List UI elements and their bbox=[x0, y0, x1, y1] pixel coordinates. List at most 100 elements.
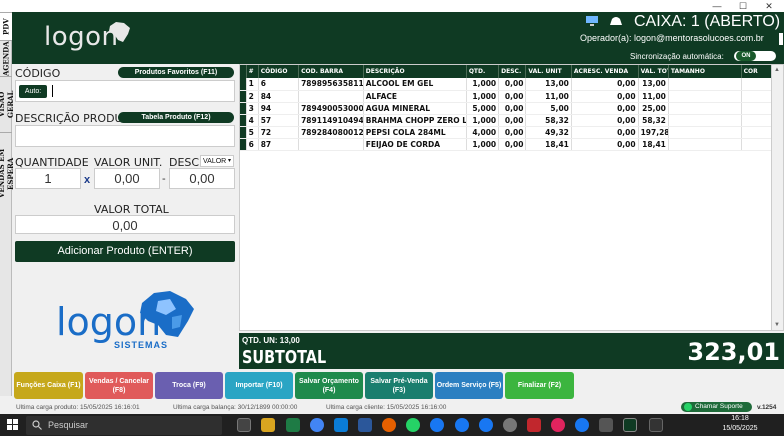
salvar-orcamento-button[interactable]: Salvar Orçamento (F4) bbox=[295, 372, 363, 399]
table-row[interactable]: 2 84 ALFACE 1,000 0,00 11,00 0,00 11,00 bbox=[240, 90, 773, 103]
whatsapp-taskbar-icon[interactable] bbox=[406, 418, 420, 432]
desc-type-select[interactable]: VALOR ▾ bbox=[200, 155, 234, 167]
table-cell: 4,000 bbox=[466, 126, 500, 139]
desc-input[interactable]: 0,00 bbox=[169, 168, 235, 189]
table-cell: 7898956358114 bbox=[298, 78, 364, 91]
excel-icon[interactable] bbox=[286, 418, 300, 432]
facebook-icon[interactable] bbox=[575, 418, 589, 432]
funcoes-caixa-button[interactable]: Funções Caixa (F1) bbox=[14, 372, 83, 399]
table-row[interactable]: 3 94 7894900530001 AGUA MINERAL 5,000 0,00 5,0… bbox=[240, 102, 773, 115]
column-header[interactable]: QTD. bbox=[466, 65, 500, 78]
salvar-pre-venda-button[interactable]: Salvar Pré-Venda (F3) bbox=[365, 372, 433, 399]
facebook-icon[interactable] bbox=[455, 418, 469, 432]
table-cell: 5,000 bbox=[466, 102, 500, 115]
table-cell: 11,00 bbox=[525, 90, 572, 103]
vertical-tab-strip: PDV AGENDA VISÃO GERAL VENDAS EM ESPERA bbox=[0, 12, 15, 396]
table-cell: 7892840800123 bbox=[298, 126, 364, 139]
chamar-suporte-label: Chamar Suporte bbox=[695, 403, 743, 410]
minimize-button[interactable]: — bbox=[704, 0, 730, 12]
app-icon[interactable] bbox=[503, 418, 517, 432]
tab-visao-geral[interactable]: VISÃO GERAL bbox=[0, 76, 15, 132]
text-cursor bbox=[52, 85, 53, 97]
taskbar-search[interactable]: Pesquisar bbox=[26, 416, 222, 435]
valor-unit-input[interactable]: 0,00 bbox=[94, 168, 160, 189]
taskbar-time[interactable]: 16:18 bbox=[718, 415, 762, 422]
column-header[interactable]: VAL. UNIT bbox=[525, 65, 572, 78]
tab-pdv[interactable]: PDV bbox=[0, 12, 12, 40]
column-header[interactable]: DESC. bbox=[498, 65, 527, 78]
descricao-input[interactable] bbox=[15, 125, 235, 147]
table-cell bbox=[298, 138, 364, 151]
column-header[interactable]: TAMANHO bbox=[668, 65, 742, 78]
table-cell: 6 bbox=[246, 138, 259, 151]
table-row[interactable]: 5 72 7892840800123 PEPSI COLA 284ML 4,000 0,0… bbox=[240, 126, 773, 139]
auto-button[interactable]: Auto: bbox=[19, 85, 47, 98]
produtos-favoritos-button[interactable]: Produtos Favoritos (F11) bbox=[118, 67, 234, 78]
table-cell: 1 bbox=[246, 78, 259, 91]
chevron-down-icon: ▾ bbox=[227, 158, 231, 164]
scroll-up-icon[interactable]: ▲ bbox=[774, 67, 780, 73]
app-icon[interactable] bbox=[649, 418, 663, 432]
carga-balanca-status: Ultima carga balança: 30/12/1899 00:00:0… bbox=[173, 404, 298, 411]
app-icon[interactable] bbox=[551, 418, 565, 432]
table-cell bbox=[668, 90, 742, 103]
table-cell: 1,000 bbox=[466, 138, 500, 151]
table-cell: 0,00 bbox=[498, 126, 527, 139]
app-icon[interactable] bbox=[599, 418, 613, 432]
maximize-button[interactable]: ☐ bbox=[730, 0, 756, 12]
brazil-map-icon bbox=[109, 22, 130, 42]
scroll-down-icon[interactable]: ▼ bbox=[774, 322, 780, 328]
importar-button[interactable]: Importar (F10) bbox=[225, 372, 293, 399]
table-cell: 49,32 bbox=[525, 126, 572, 139]
column-header[interactable]: # bbox=[246, 65, 259, 78]
codigo-input[interactable] bbox=[15, 80, 235, 102]
table-row[interactable]: 4577891149104949BRAHMA CHOPP ZERO LATA 3… bbox=[240, 114, 773, 127]
task-view-icon[interactable] bbox=[237, 418, 251, 432]
table-cell bbox=[741, 126, 773, 139]
sync-toggle-state: ON bbox=[736, 51, 756, 61]
table-row[interactable]: 6 87 FEIJAO DE CORDA 1,000 0,00 18,41 0,00 18,4… bbox=[240, 138, 773, 151]
products-grid[interactable]: # CÓDIGO COD. BARRA DESCRIÇÃO QTD. DESC.… bbox=[239, 64, 784, 331]
column-header[interactable]: VAL. TOTAL bbox=[638, 65, 669, 78]
firefox-icon[interactable] bbox=[382, 418, 396, 432]
windows-start-icon[interactable] bbox=[7, 419, 19, 431]
pdv-app-icon[interactable] bbox=[623, 418, 637, 432]
tab-agenda[interactable]: AGENDA bbox=[0, 40, 12, 76]
subtotal-value: 323,01 bbox=[687, 338, 780, 366]
table-row[interactable]: 1 6 7898956358114 ALCOOL EM GEL 1,000 0,00 13,… bbox=[240, 78, 773, 91]
alarm-bell-icon[interactable] bbox=[608, 15, 624, 27]
vendas-cancelar-button[interactable]: Vendas / Cancelar (F8) bbox=[85, 372, 153, 399]
table-scrollbar[interactable]: ▲ ▼ bbox=[771, 65, 783, 330]
table-cell: 0,00 bbox=[498, 78, 527, 91]
ordem-servico-button[interactable]: Ordem Serviço (F5) bbox=[435, 372, 503, 399]
facebook-icon[interactable] bbox=[479, 418, 493, 432]
taskbar-date[interactable]: 15/05/2025 bbox=[712, 425, 768, 432]
adicionar-produto-button[interactable]: Adicionar Produto (ENTER) bbox=[15, 241, 235, 262]
chrome-icon[interactable] bbox=[310, 418, 324, 432]
column-header[interactable]: COD. BARRA bbox=[298, 65, 364, 78]
facebook-icon[interactable] bbox=[430, 418, 444, 432]
close-button[interactable]: ✕ bbox=[756, 0, 782, 12]
app-d-icon[interactable] bbox=[527, 418, 541, 432]
word-icon[interactable] bbox=[358, 418, 372, 432]
edge-icon[interactable] bbox=[334, 418, 348, 432]
table-cell bbox=[668, 78, 742, 91]
table-cell: 5,00 bbox=[525, 102, 572, 115]
table-cell: FEIJAO DE CORDA bbox=[363, 138, 467, 151]
table-cell: 7894900530001 bbox=[298, 102, 364, 115]
tabela-produto-button[interactable]: Tabela Produto (F12) bbox=[118, 112, 234, 123]
tab-vendas-em-espera[interactable]: VENDAS EM ESPERA bbox=[0, 132, 15, 214]
table-header-row: # CÓDIGO COD. BARRA DESCRIÇÃO QTD. DESC.… bbox=[240, 65, 773, 78]
file-explorer-icon[interactable] bbox=[261, 418, 275, 432]
logout-icon[interactable] bbox=[779, 33, 784, 45]
column-header[interactable]: COR bbox=[741, 65, 773, 78]
table-cell bbox=[741, 138, 773, 151]
finalizar-button[interactable]: Finalizar (F2) bbox=[505, 372, 574, 399]
table-cell: 0,00 bbox=[498, 138, 527, 151]
table-cell: 18,41 bbox=[525, 138, 572, 151]
quantidade-input[interactable]: 1 bbox=[15, 168, 81, 189]
troca-button[interactable]: Troca (F9) bbox=[155, 372, 223, 399]
column-header[interactable]: DESCRIÇÃO bbox=[363, 65, 467, 78]
column-header[interactable]: ACRESC. VENDA bbox=[571, 65, 639, 78]
column-header[interactable]: CÓDIGO bbox=[258, 65, 300, 78]
